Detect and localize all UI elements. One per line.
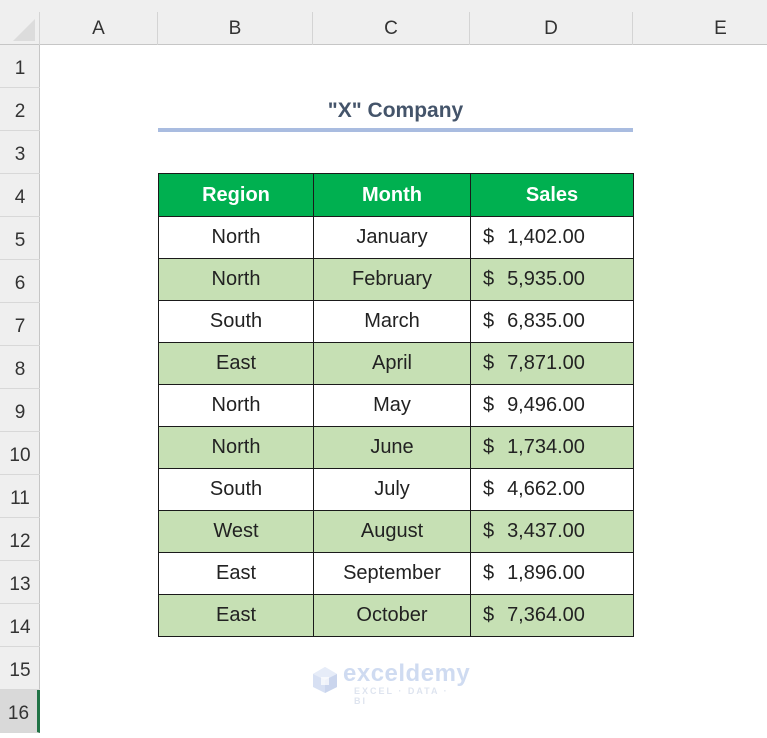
table-row: West August $3,437.00 <box>158 510 634 553</box>
cell-sales[interactable]: $1,734.00 <box>470 426 634 469</box>
cell-region[interactable]: South <box>158 468 314 511</box>
column-header-a[interactable]: A <box>40 12 158 45</box>
currency-symbol: $ <box>483 604 495 626</box>
cell-region[interactable]: West <box>158 510 314 553</box>
currency-symbol: $ <box>483 226 495 248</box>
cell-region[interactable]: North <box>158 384 314 427</box>
sales-amount: 1,896.00 <box>507 562 585 584</box>
table-header-row: Region Month Sales <box>158 173 634 217</box>
currency-symbol: $ <box>483 562 495 584</box>
sales-amount: 1,402.00 <box>507 226 585 248</box>
cell-region[interactable]: East <box>158 552 314 595</box>
select-all-button[interactable] <box>0 12 40 45</box>
row-header-4[interactable]: 4 <box>0 174 40 217</box>
cell-sales[interactable]: $7,364.00 <box>470 594 634 637</box>
column-header-c[interactable]: C <box>313 12 470 45</box>
sales-amount: 9,496.00 <box>507 394 585 416</box>
row-header-10[interactable]: 10 <box>0 432 40 475</box>
cell-region[interactable]: North <box>158 258 314 301</box>
cell-month[interactable]: September <box>313 552 471 595</box>
row-header-9[interactable]: 9 <box>0 389 40 432</box>
cell-month[interactable]: April <box>313 342 471 385</box>
watermark-tagline: EXCEL · DATA · BI <box>354 686 449 706</box>
select-all-triangle-icon <box>13 19 35 41</box>
cell-region[interactable]: North <box>158 216 314 259</box>
table-row: East September $1,896.00 <box>158 552 634 595</box>
cell-sales[interactable]: $4,662.00 <box>470 468 634 511</box>
currency-symbol: $ <box>483 520 495 542</box>
row-header-13[interactable]: 13 <box>0 561 40 604</box>
sales-amount: 7,364.00 <box>507 604 585 626</box>
header-month[interactable]: Month <box>313 173 471 217</box>
currency-symbol: $ <box>483 436 495 458</box>
watermark-name: exceldemy <box>343 660 471 687</box>
title-underline <box>158 128 633 132</box>
currency-symbol: $ <box>483 394 495 416</box>
table-row: North June $1,734.00 <box>158 426 634 469</box>
cell-month[interactable]: January <box>313 216 471 259</box>
sales-amount: 5,935.00 <box>507 268 585 290</box>
row-header-5[interactable]: 5 <box>0 217 40 260</box>
cell-month[interactable]: July <box>313 468 471 511</box>
table-row: East October $7,364.00 <box>158 594 634 637</box>
row-header-3[interactable]: 3 <box>0 131 40 174</box>
table-row: North February $5,935.00 <box>158 258 634 301</box>
table-row: South July $4,662.00 <box>158 468 634 511</box>
column-header-e[interactable]: E <box>633 12 767 45</box>
cell-month[interactable]: February <box>313 258 471 301</box>
currency-symbol: $ <box>483 352 495 374</box>
row-header-14[interactable]: 14 <box>0 604 40 647</box>
cell-sales[interactable]: $6,835.00 <box>470 300 634 343</box>
cell-region[interactable]: East <box>158 594 314 637</box>
sales-amount: 4,662.00 <box>507 478 585 500</box>
row-header-8[interactable]: 8 <box>0 346 40 389</box>
cell-month[interactable]: May <box>313 384 471 427</box>
row-header-1[interactable]: 1 <box>0 45 40 88</box>
column-header-d[interactable]: D <box>470 12 633 45</box>
table-row: South March $6,835.00 <box>158 300 634 343</box>
cell-sales[interactable]: $7,871.00 <box>470 342 634 385</box>
sales-amount: 6,835.00 <box>507 310 585 332</box>
row-header-2[interactable]: 2 <box>0 88 40 131</box>
cell-region[interactable]: North <box>158 426 314 469</box>
row-header-7[interactable]: 7 <box>0 303 40 346</box>
cell-month[interactable]: June <box>313 426 471 469</box>
exceldemy-watermark: exceldemy EXCEL · DATA · BI <box>310 660 470 706</box>
currency-symbol: $ <box>483 268 495 290</box>
currency-symbol: $ <box>483 310 495 332</box>
cell-month[interactable]: August <box>313 510 471 553</box>
cell-sales[interactable]: $9,496.00 <box>470 384 634 427</box>
row-header-16[interactable]: 16 <box>0 690 40 733</box>
sales-table: Region Month Sales North January $1,402.00… <box>158 173 634 637</box>
cell-sales[interactable]: $1,896.00 <box>470 552 634 595</box>
row-header-15[interactable]: 15 <box>0 647 40 690</box>
row-header-12[interactable]: 12 <box>0 518 40 561</box>
sheet-title[interactable]: "X" Company <box>158 88 633 128</box>
cell-sales[interactable]: $5,935.00 <box>470 258 634 301</box>
cell-month[interactable]: October <box>313 594 471 637</box>
cell-sales[interactable]: $3,437.00 <box>470 510 634 553</box>
cell-month[interactable]: March <box>313 300 471 343</box>
cell-region[interactable]: South <box>158 300 314 343</box>
row-header-6[interactable]: 6 <box>0 260 40 303</box>
sales-amount: 1,734.00 <box>507 436 585 458</box>
table-row: East April $7,871.00 <box>158 342 634 385</box>
row-header-11[interactable]: 11 <box>0 475 40 518</box>
cell-region[interactable]: East <box>158 342 314 385</box>
header-sales[interactable]: Sales <box>470 173 634 217</box>
cell-sales[interactable]: $1,402.00 <box>470 216 634 259</box>
header-region[interactable]: Region <box>158 173 314 217</box>
table-row: North May $9,496.00 <box>158 384 634 427</box>
exceldemy-logo-icon <box>313 667 337 693</box>
sales-amount: 3,437.00 <box>507 520 585 542</box>
currency-symbol: $ <box>483 478 495 500</box>
sales-amount: 7,871.00 <box>507 352 585 374</box>
column-header-b[interactable]: B <box>158 12 313 45</box>
table-row: North January $1,402.00 <box>158 216 634 259</box>
